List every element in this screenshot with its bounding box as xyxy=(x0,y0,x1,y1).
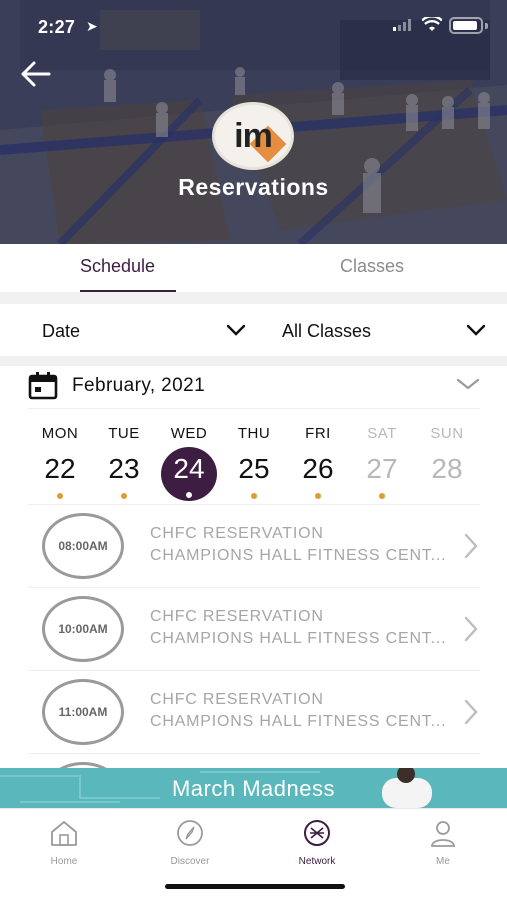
filter-bar: Date All Classes xyxy=(0,304,507,356)
nav-discover[interactable]: Discover xyxy=(150,819,230,867)
day-tuesday[interactable]: TUE 23 xyxy=(94,409,154,505)
location-arrow-icon: ➤ xyxy=(86,18,98,34)
nav-label: Discover xyxy=(170,856,210,867)
nav-label: Network xyxy=(298,856,336,867)
reservation-row[interactable]: 11:00AM CHFC RESERVATION CHAMPIONS HALL … xyxy=(28,670,480,753)
reservation-row[interactable]: 10:00AM CHFC RESERVATION CHAMPIONS HALL … xyxy=(28,587,480,670)
time-badge: 11:00AM xyxy=(42,679,124,745)
section-divider xyxy=(0,292,507,304)
classes-filter-dropdown[interactable]: All Classes xyxy=(282,321,371,342)
nav-me[interactable]: Me xyxy=(403,819,483,867)
logo-text: im xyxy=(234,117,273,155)
person-icon xyxy=(431,821,455,847)
calendar-icon xyxy=(28,372,58,400)
reservation-title: CHFC RESERVATION xyxy=(150,608,324,625)
reservation-location: CHAMPIONS HALL FITNESS CENT... xyxy=(150,713,447,730)
calendar-header: February, 2021 xyxy=(0,366,507,406)
nav-label: Me xyxy=(436,856,450,867)
wifi-icon xyxy=(422,17,442,31)
week-strip: MON 22 TUE 23 WED 24 THU 25 FRI 26 SAT 2… xyxy=(28,408,480,504)
event-dot xyxy=(186,492,192,498)
event-dot xyxy=(57,493,63,499)
reservation-location: CHAMPIONS HALL FITNESS CENT... xyxy=(150,630,447,647)
date-filter-dropdown[interactable]: Date xyxy=(42,321,80,342)
home-icon xyxy=(51,821,77,846)
chevron-right-icon xyxy=(464,699,478,725)
intramural-logo: im xyxy=(212,102,294,170)
day-date: 28 xyxy=(431,453,463,484)
battery-icon xyxy=(449,17,483,34)
chevron-down-icon[interactable] xyxy=(456,378,480,390)
tab-schedule[interactable]: Schedule xyxy=(80,256,155,277)
day-date: 27 xyxy=(366,453,398,484)
promo-banner[interactable]: March Madness xyxy=(0,768,507,808)
day-date: 25 xyxy=(238,453,270,484)
time-badge: 08:00AM xyxy=(42,513,124,579)
day-name: SAT xyxy=(367,425,397,442)
reservation-title: CHFC RESERVATION xyxy=(150,525,324,542)
battery-tip xyxy=(485,23,488,29)
day-saturday[interactable]: SAT 27 xyxy=(352,409,412,505)
chevron-down-icon[interactable] xyxy=(466,324,486,336)
nav-label: Home xyxy=(50,856,78,867)
compass-icon xyxy=(177,820,203,846)
reservation-location: CHAMPIONS HALL FITNESS CENT... xyxy=(150,547,447,564)
day-name: MON xyxy=(41,425,79,442)
event-dot xyxy=(379,493,385,499)
day-wednesday-selected[interactable]: WED 24 xyxy=(159,409,219,505)
page-title: Reservations xyxy=(178,174,329,200)
chevron-right-icon xyxy=(464,533,478,559)
section-divider xyxy=(0,356,507,366)
chevron-down-icon[interactable] xyxy=(226,324,246,336)
cellular-signal-icon xyxy=(393,19,411,31)
day-date: 23 xyxy=(108,453,140,484)
day-thursday[interactable]: THU 25 xyxy=(224,409,284,505)
reservation-row[interactable]: 08:00AM CHFC RESERVATION CHAMPIONS HALL … xyxy=(28,504,480,587)
day-date: 26 xyxy=(302,453,334,484)
chevron-right-icon xyxy=(464,616,478,642)
status-time: 2:27 xyxy=(38,17,76,37)
status-bar: 2:27 ➤ xyxy=(0,0,507,48)
day-sunday[interactable]: SUN 28 xyxy=(417,409,477,505)
day-date: 24 xyxy=(173,453,205,484)
day-name: THU xyxy=(237,425,271,442)
day-name: FRI xyxy=(305,425,331,442)
day-name: TUE xyxy=(108,425,140,442)
event-dot xyxy=(251,493,257,499)
day-date: 22 xyxy=(44,453,76,484)
nav-home[interactable]: Home xyxy=(24,819,104,867)
reservation-list: 08:00AM CHFC RESERVATION CHAMPIONS HALL … xyxy=(28,504,480,774)
hero-header: 2:27 ➤ im Reservations xyxy=(0,0,507,244)
day-monday[interactable]: MON 22 xyxy=(30,409,90,505)
tab-classes[interactable]: Classes xyxy=(340,256,404,277)
event-dot xyxy=(121,493,127,499)
day-friday[interactable]: FRI 26 xyxy=(288,409,348,505)
time-badge: 10:00AM xyxy=(42,596,124,662)
home-indicator xyxy=(165,884,345,889)
nav-network[interactable]: Network xyxy=(277,819,357,867)
day-name: WED xyxy=(170,425,208,442)
day-name: SUN xyxy=(430,425,464,442)
player-illustration xyxy=(382,768,432,808)
network-icon xyxy=(304,820,330,846)
back-arrow-icon[interactable] xyxy=(20,60,52,88)
tab-bar: Schedule Classes xyxy=(0,244,507,293)
calendar-month-label: February, 2021 xyxy=(72,375,206,396)
event-dot xyxy=(315,493,321,499)
reservation-title: CHFC RESERVATION xyxy=(150,691,324,708)
